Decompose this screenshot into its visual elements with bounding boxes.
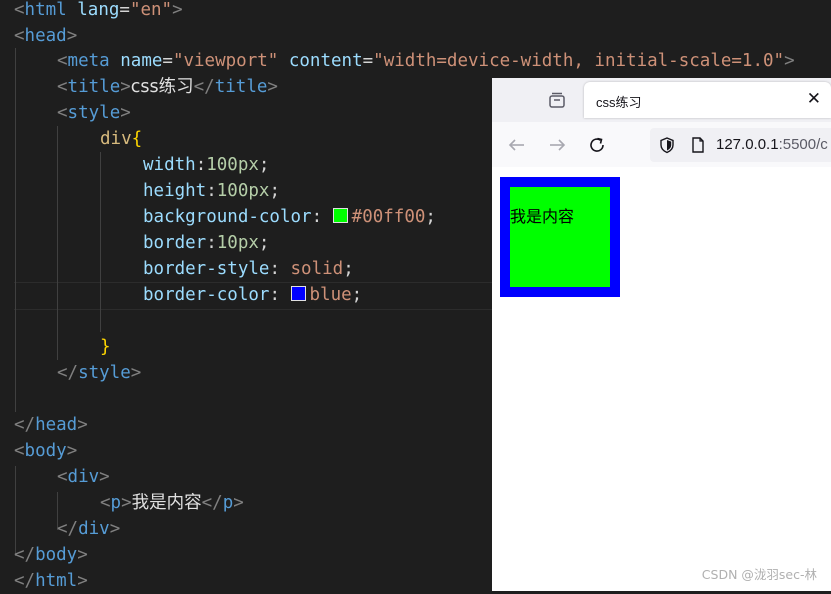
reload-icon[interactable] (584, 132, 610, 158)
url-bar[interactable]: 127.0.0.1:5500/c (650, 128, 831, 162)
color-swatch-green[interactable] (332, 208, 348, 223)
code-line-border: border:10px; (143, 233, 270, 253)
code-line-selector: div{ (100, 129, 143, 149)
code-line-height: height:100px; (143, 181, 280, 201)
back-arrow-icon[interactable] (504, 132, 530, 158)
code-line-html-close: </html> (14, 571, 88, 591)
code-line-head-open: <head> (14, 26, 78, 46)
code-line-border-color: border-color: blue; (143, 285, 363, 305)
tab-css-practice[interactable]: css练习 ✕ (584, 82, 831, 118)
indent-guide (15, 48, 16, 412)
indent-guide (100, 152, 101, 332)
code-line-body-open: <body> (14, 441, 78, 461)
code-line-body-close: </body> (14, 545, 88, 565)
code-line-width: width:100px; (143, 155, 270, 175)
page-icon[interactable] (690, 136, 706, 154)
indent-guide (57, 126, 58, 360)
code-line-div-open: <div> (57, 467, 110, 487)
tab-title: css练习 (596, 95, 642, 110)
tab-strip: css练习 ✕ (492, 78, 831, 122)
watermark: CSDN @泷羽sec-林 (701, 567, 817, 582)
close-icon[interactable]: ✕ (807, 89, 821, 109)
code-line-html-open: <html lang="en"> (14, 0, 183, 20)
code-line-border-style: border-style: solid; (143, 259, 354, 279)
url-text: 127.0.0.1:5500/c (716, 136, 828, 153)
shield-icon[interactable] (658, 136, 676, 154)
color-swatch-blue[interactable] (290, 286, 306, 301)
code-line-selector-close: } (100, 337, 111, 357)
tab-overview-icon[interactable] (548, 91, 566, 109)
rendered-paragraph: 我是内容 (510, 207, 575, 226)
rendered-div-box: 我是内容 (500, 177, 620, 297)
code-line-background-color: background-color: #00ff00; (143, 207, 436, 227)
browser-window: css练习 ✕ 127.0.0.1:5500/c 我是内容 CSDN @泷羽se… (492, 78, 831, 591)
code-line-paragraph: <p>我是内容</p> (100, 493, 244, 513)
code-line-style-open: <style> (57, 103, 131, 123)
code-line-head-close: </head> (14, 415, 88, 435)
forward-arrow-icon[interactable] (544, 132, 570, 158)
code-line-title: <title>css练习</title> (57, 77, 278, 97)
page-viewport: 我是内容 CSDN @泷羽sec-林 (492, 167, 831, 591)
code-line-meta: <meta name="viewport" content="width=dev… (57, 51, 795, 71)
code-line-div-close: </div> (57, 519, 121, 539)
code-line-style-close: </style> (57, 363, 142, 383)
